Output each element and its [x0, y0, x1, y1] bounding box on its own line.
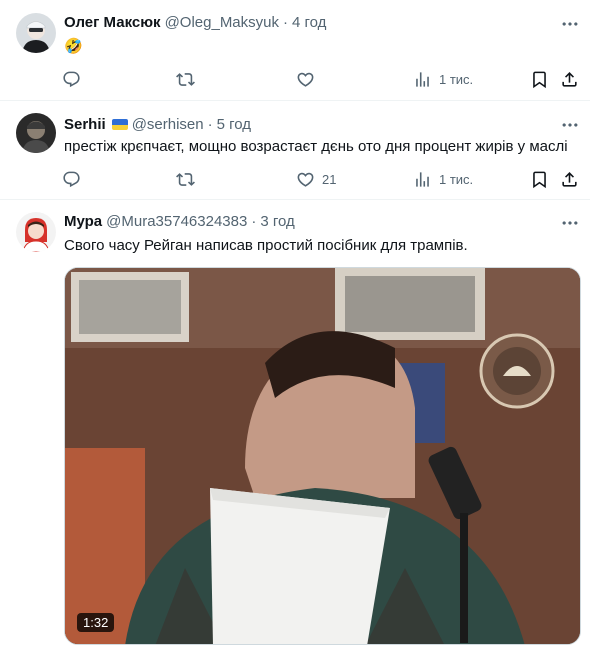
retweet-icon: [176, 170, 195, 189]
author-handle[interactable]: @Oleg_Maksyuk: [165, 14, 279, 31]
avatar[interactable]: [16, 113, 56, 153]
tweet[interactable]: Serhii @serhisen · 5 год престіж крєпчає…: [0, 101, 590, 200]
views-icon: [413, 170, 432, 189]
reply-icon: [62, 70, 81, 89]
bookmark-icon: [530, 70, 549, 89]
separator-dot: ·: [251, 213, 257, 230]
like-icon: [296, 170, 315, 189]
more-icon[interactable]: [560, 213, 580, 233]
action-bar: 1 тис.: [56, 66, 584, 92]
author-handle[interactable]: @serhisen: [132, 116, 204, 133]
tweet-text: 🤣: [64, 38, 83, 55]
bookmark-button[interactable]: [530, 166, 549, 192]
like-button[interactable]: 21: [296, 166, 336, 192]
more-icon[interactable]: [560, 115, 580, 135]
video-thumbnail: [65, 268, 580, 644]
separator-dot: ·: [283, 14, 288, 31]
tweet[interactable]: Мура @Mura35746324383 · 3 год Свого часу…: [0, 200, 590, 649]
share-button[interactable]: [560, 166, 579, 192]
avatar[interactable]: [16, 212, 56, 252]
author-name[interactable]: Serhii: [64, 116, 106, 133]
retweet-button[interactable]: [176, 166, 195, 192]
separator-dot: ·: [207, 116, 213, 133]
views-count: 1 тис.: [439, 71, 474, 87]
tweet-text: престіж крєпчаєт, мощно возрастаєт дєнь …: [64, 138, 568, 155]
tweet[interactable]: Олег Максюк @Oleg_Maksyuk · 4 год 🤣 1 ти…: [0, 0, 590, 101]
author-name[interactable]: Олег Максюк: [64, 14, 161, 31]
timestamp[interactable]: 4 год: [292, 14, 326, 31]
views-icon: [413, 70, 432, 89]
avatar[interactable]: [16, 13, 56, 53]
author-name[interactable]: Мура: [64, 213, 102, 230]
tweet-header: Serhii @serhisen · 5 год: [64, 116, 534, 133]
reply-button[interactable]: [62, 66, 81, 92]
views-count: 1 тис.: [439, 171, 474, 187]
bookmark-button[interactable]: [530, 66, 549, 92]
timestamp[interactable]: 3 год: [260, 213, 294, 230]
action-bar: 21 1 тис.: [56, 166, 584, 192]
tweet-text: Свого часу Рейган написав простий посібн…: [64, 237, 468, 254]
more-icon[interactable]: [560, 14, 580, 34]
like-count: 21: [322, 171, 337, 187]
like-button[interactable]: [296, 66, 322, 92]
author-handle[interactable]: @Mura35746324383: [106, 213, 247, 230]
tweet-header: Олег Максюк @Oleg_Maksyuk · 4 год: [64, 14, 534, 31]
views-button[interactable]: 1 тис.: [413, 66, 473, 92]
retweet-icon: [176, 70, 195, 89]
views-button[interactable]: 1 тис.: [413, 166, 473, 192]
share-icon: [560, 170, 579, 189]
reply-button[interactable]: [62, 166, 81, 192]
retweet-button[interactable]: [176, 66, 195, 92]
video-player[interactable]: 1:32: [64, 267, 581, 645]
share-button[interactable]: [560, 66, 579, 92]
video-duration: 1:32: [77, 613, 115, 632]
reply-icon: [62, 170, 81, 189]
like-icon: [296, 70, 315, 89]
bookmark-icon: [530, 170, 549, 189]
share-icon: [560, 70, 579, 89]
ukraine-flag-icon: [111, 119, 128, 130]
tweet-header: Мура @Mura35746324383 · 3 год: [64, 213, 534, 230]
timestamp[interactable]: 5 год: [217, 116, 251, 133]
